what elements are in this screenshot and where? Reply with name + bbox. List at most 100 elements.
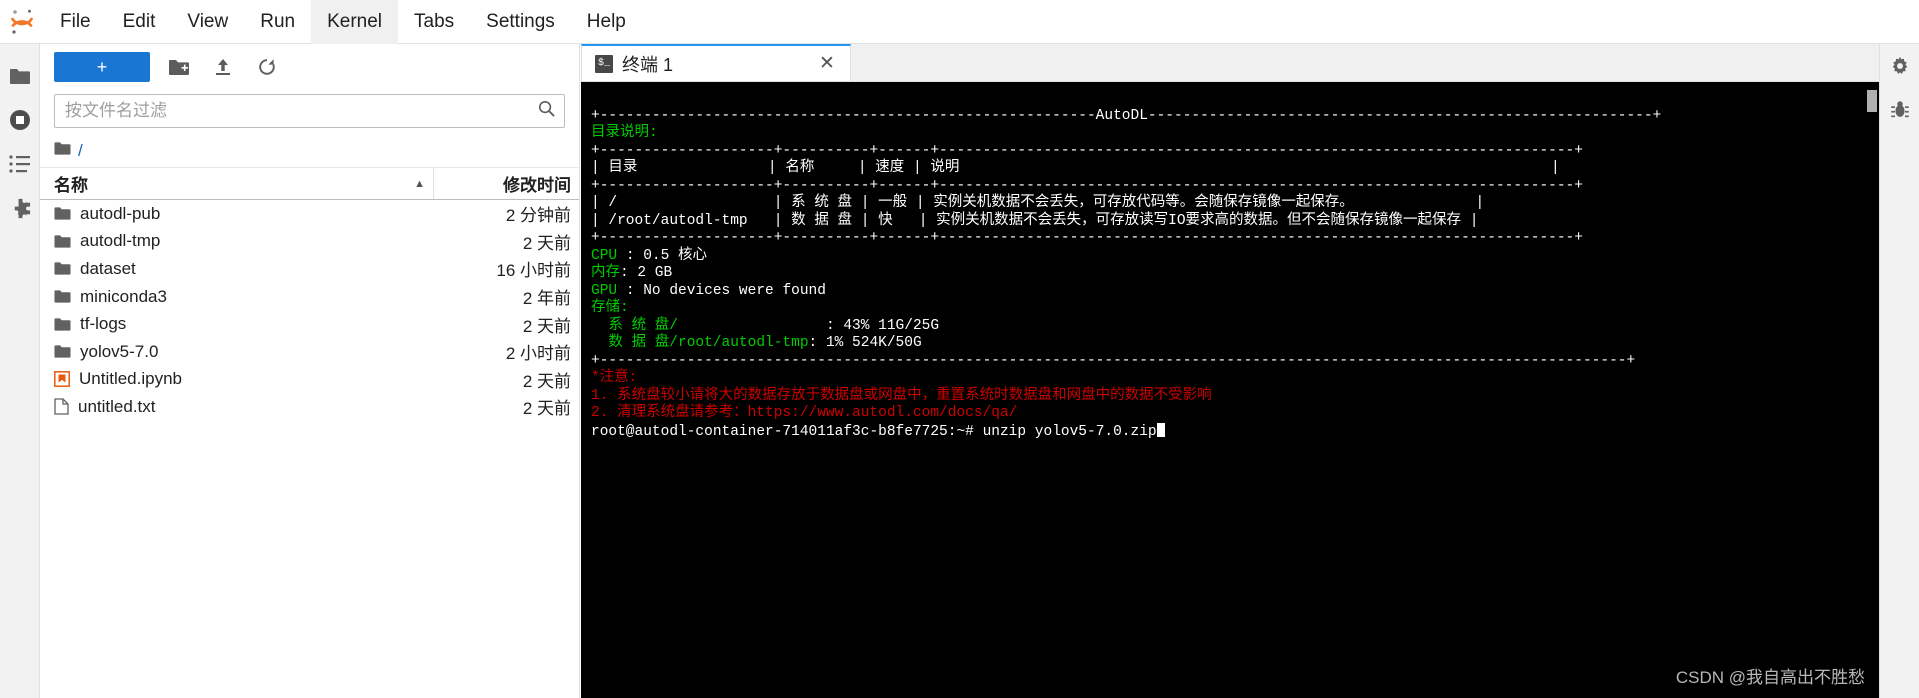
file-name-label: miniconda3 xyxy=(80,286,167,306)
list-item[interactable]: dataset 16 小时前 xyxy=(40,255,579,283)
file-name-cell: dataset xyxy=(40,259,434,279)
terminal-dir-section-title: 目录说明: xyxy=(591,125,658,141)
terminal-gpu-value: No devices were found xyxy=(643,282,826,299)
terminal-cpu-label: CPU xyxy=(591,247,626,264)
column-header-name[interactable]: 名称 ▲ xyxy=(40,168,434,199)
file-modified-cell: 2 分钟前 xyxy=(505,206,571,226)
file-name-label: dataset xyxy=(80,258,136,278)
list-item[interactable]: yolov5-7.0 2 小时前 xyxy=(40,338,579,366)
stop-circle-icon[interactable] xyxy=(0,98,40,142)
file-browser-toolbar: + xyxy=(40,44,579,90)
menu-run[interactable]: Run xyxy=(244,0,311,44)
file-name-label: yolov5-7.0 xyxy=(80,341,159,361)
menu-view[interactable]: View xyxy=(171,0,244,44)
terminal-memory-value: 2 GB xyxy=(637,265,673,281)
terminal-notice-1: 1. 系统盘较小请将大的数据存放于数据盘或网盘中，重置系统时数据盘和网盘中的数据… xyxy=(591,387,1212,404)
terminal-data-disk-value: 1% 524K/50G xyxy=(825,335,922,351)
column-header-name-label: 名称 xyxy=(54,176,88,195)
terminal-notice-2: 2. 清理系统盘请参考： xyxy=(591,405,748,421)
upload-icon[interactable] xyxy=(208,52,238,82)
puzzle-icon[interactable] xyxy=(0,186,40,230)
file-modified-cell: 2 天前 xyxy=(522,316,571,336)
terminal-memory-sep: : xyxy=(620,265,638,281)
tab-terminal-1[interactable]: $_ 终端 1 ✕ xyxy=(581,44,851,81)
terminal-system-disk-value: 43% 11G/25G xyxy=(843,317,940,334)
terminal-output: +---------------------------------------… xyxy=(591,90,1879,459)
terminal-banner-bottom: +---------------------------------------… xyxy=(591,352,1636,369)
file-modified-cell: 2 小时前 xyxy=(505,344,571,364)
file-name-cell: autodl-pub xyxy=(40,204,434,224)
file-name-cell: yolov5-7.0 xyxy=(40,342,434,362)
watermark: CSDN @我自高出不胜愁 xyxy=(1675,668,1865,687)
terminal-panel[interactable]: +---------------------------------------… xyxy=(581,82,1879,698)
file-name-label: Untitled.ipynb xyxy=(79,369,183,389)
folder-icon[interactable] xyxy=(0,54,40,98)
terminal-table-row-1: | / | 系 统 盘 | 一般 | 实例关机数据不会丢失，可存放代码等。会随保… xyxy=(591,195,1485,211)
terminal-icon: $_ xyxy=(595,54,613,73)
terminal-banner-top: +---------------------------------------… xyxy=(591,107,1662,124)
list-item[interactable]: autodl-tmp 2 天前 xyxy=(40,228,579,256)
new-folder-icon[interactable] xyxy=(164,52,194,82)
terminal-scrollbar[interactable] xyxy=(1865,82,1879,698)
file-name-label: autodl-pub xyxy=(80,203,161,223)
file-modified-cell: 2 天前 xyxy=(522,399,571,419)
terminal-cursor xyxy=(1156,422,1165,437)
menu-kernel[interactable]: Kernel xyxy=(311,0,398,44)
refresh-icon[interactable] xyxy=(252,52,282,82)
menu-settings[interactable]: Settings xyxy=(470,0,571,44)
filter-box[interactable] xyxy=(54,94,565,128)
new-launcher-button[interactable]: + xyxy=(54,52,150,82)
folder-icon xyxy=(54,141,71,161)
file-modified-cell: 2 天前 xyxy=(522,233,571,253)
terminal-cpu-value: 0.5 核心 xyxy=(643,247,708,264)
right-activity-bar xyxy=(1879,44,1919,698)
terminal-storage-label: 存储: xyxy=(591,300,629,316)
folder-icon xyxy=(54,234,71,249)
close-icon[interactable]: ✕ xyxy=(816,53,838,75)
file-icon xyxy=(54,398,69,416)
filter-row xyxy=(40,90,579,134)
terminal-notice-title: *注意: xyxy=(591,370,638,386)
menu-tabs[interactable]: Tabs xyxy=(398,0,470,44)
menu-edit[interactable]: Edit xyxy=(107,0,172,44)
menu-help[interactable]: Help xyxy=(571,0,642,44)
file-list-header: 名称 ▲ 修改时间 xyxy=(40,168,579,200)
list-item[interactable]: Untitled.ipynb 2 天前 xyxy=(40,366,579,394)
terminal-table-bottom-border: +--------------------+----------+------+… xyxy=(591,230,1583,246)
list-icon[interactable] xyxy=(0,142,40,186)
search-input[interactable] xyxy=(65,101,537,121)
folder-icon xyxy=(54,206,71,221)
file-name-cell: Untitled.ipynb xyxy=(40,369,434,389)
terminal-cpu-sep: : xyxy=(625,247,644,264)
column-header-last-modified[interactable]: 修改时间 xyxy=(434,168,579,199)
list-item[interactable]: autodl-pub 2 分钟前 xyxy=(40,200,579,228)
left-activity-bar xyxy=(0,44,40,698)
notebook-icon xyxy=(54,371,70,388)
file-name-cell: miniconda3 xyxy=(40,287,434,307)
folder-icon xyxy=(54,344,71,359)
file-browser-panel: + 按文件名过滤 / 名称 ▲ 修改时间 autodl-pub 2 分钟前 au… xyxy=(40,44,580,698)
list-item[interactable]: miniconda3 2 年前 xyxy=(40,283,579,311)
breadcrumb[interactable]: / xyxy=(40,134,579,168)
file-name-cell: autodl-tmp xyxy=(40,231,434,251)
search-icon[interactable] xyxy=(537,99,556,123)
menu-file[interactable]: File xyxy=(44,0,107,44)
gear-icon[interactable] xyxy=(1880,44,1919,88)
breadcrumb-path: / xyxy=(78,140,83,160)
file-name-cell: untitled.txt xyxy=(40,397,434,417)
file-name-label: untitled.txt xyxy=(78,396,156,416)
jupyter-logo-icon xyxy=(0,0,44,44)
terminal-scrollbar-thumb[interactable] xyxy=(1867,90,1877,112)
terminal-data-disk-sep: : xyxy=(808,335,826,351)
list-item[interactable]: tf-logs 2 天前 xyxy=(40,310,579,338)
debug-icon[interactable] xyxy=(1880,88,1919,132)
file-modified-cell: 2 天前 xyxy=(522,371,571,391)
terminal-notice-url[interactable]: https://www.autodl.com/docs/qa/ xyxy=(748,405,1018,421)
dock-tab-bar: $_ 终端 1 ✕ xyxy=(581,44,1879,82)
terminal-memory-label: 内存 xyxy=(591,265,620,281)
sort-ascending-icon: ▲ xyxy=(414,177,425,190)
terminal-table-mid-border: +--------------------+----------+------+… xyxy=(591,177,1583,194)
column-header-date-label: 修改时间 xyxy=(503,176,571,195)
terminal-command: unzip yolov5-7.0.zip xyxy=(982,423,1157,440)
list-item[interactable]: untitled.txt 2 天前 xyxy=(40,393,579,421)
